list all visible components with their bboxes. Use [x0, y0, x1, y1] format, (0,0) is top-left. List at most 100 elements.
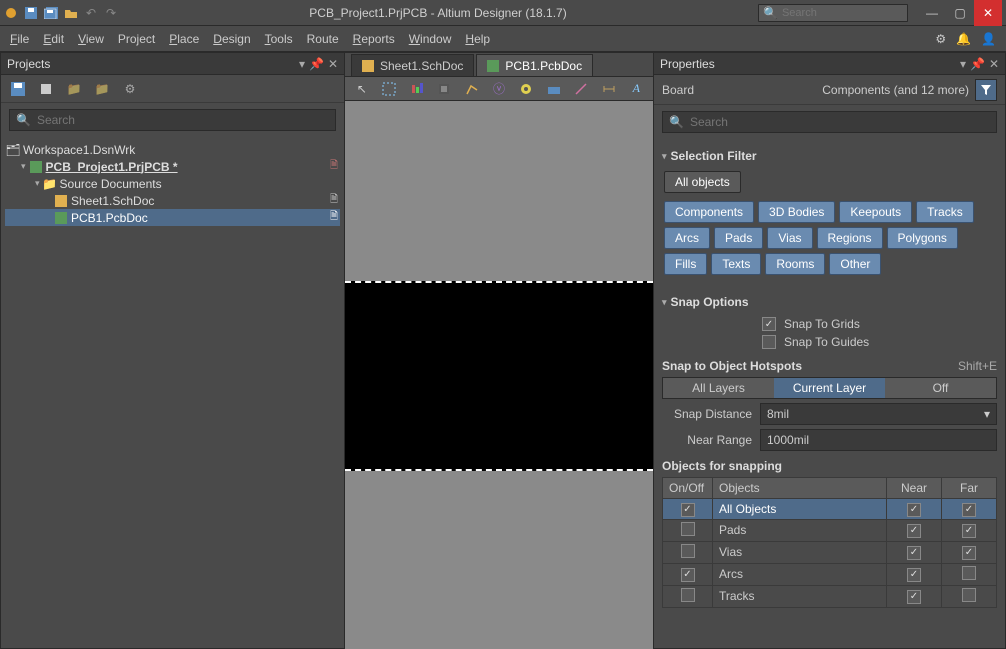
col-header[interactable]: Objects	[713, 478, 887, 499]
context-scope[interactable]: Components (and 12 more)	[822, 83, 969, 97]
menu-place[interactable]: Place	[169, 32, 199, 46]
checkbox[interactable]	[907, 568, 921, 582]
dropdown-icon[interactable]: ▾	[299, 57, 305, 71]
chip-keepouts[interactable]: Keepouts	[839, 201, 912, 223]
properties-search-input[interactable]	[690, 115, 990, 129]
component-icon[interactable]	[435, 80, 452, 98]
menu-tools[interactable]: Tools	[265, 32, 293, 46]
global-search[interactable]: 🔍	[758, 4, 908, 22]
chip-all-objects[interactable]: All objects	[664, 171, 741, 193]
undo-icon[interactable]: ↶	[84, 6, 98, 20]
fill-icon[interactable]	[545, 80, 562, 98]
compile-icon[interactable]	[37, 80, 55, 98]
line-icon[interactable]	[573, 80, 590, 98]
checkbox[interactable]	[907, 546, 921, 560]
checkbox[interactable]	[962, 524, 976, 538]
text-icon[interactable]: A	[628, 80, 645, 98]
table-row[interactable]: Vias	[663, 541, 997, 563]
tree-doc-pcb[interactable]: PCB1.PcbDoc 🗎	[5, 209, 340, 226]
gear-icon[interactable]: ⚙	[935, 32, 946, 46]
maximize-button[interactable]: ▢	[946, 0, 974, 26]
properties-search[interactable]: 🔍	[662, 111, 997, 133]
minimize-button[interactable]: —	[918, 0, 946, 26]
col-header[interactable]: On/Off	[663, 478, 713, 499]
snap-distance-select[interactable]: 8mil ▾	[760, 403, 997, 425]
pin-icon[interactable]: 📌	[970, 57, 985, 71]
checkbox[interactable]	[681, 503, 695, 517]
collapse-icon[interactable]: ▾	[35, 178, 40, 189]
section-header[interactable]: Selection Filter	[662, 149, 997, 163]
checkbox[interactable]	[962, 566, 976, 580]
redo-icon[interactable]: ↷	[104, 6, 118, 20]
table-row[interactable]: All Objects	[663, 499, 997, 520]
chip-other[interactable]: Other	[829, 253, 881, 275]
chip-pads[interactable]: Pads	[714, 227, 763, 249]
snap-to-guides-row[interactable]: Snap To Guides	[662, 333, 997, 351]
chip-polygons[interactable]: Polygons	[887, 227, 958, 249]
close-panel-icon[interactable]: ✕	[989, 57, 999, 71]
open-icon[interactable]	[64, 6, 78, 20]
folder-add-icon[interactable]: 📁	[93, 80, 111, 98]
close-button[interactable]: ✕	[974, 0, 1002, 26]
chip-vias[interactable]: Vias	[767, 227, 812, 249]
col-header[interactable]: Far	[942, 478, 997, 499]
checkbox[interactable]	[681, 522, 695, 536]
tree-project[interactable]: ▾ PCB_Project1.PrjPCB * 🗎	[5, 158, 340, 175]
save-icon[interactable]	[24, 6, 38, 20]
checkbox[interactable]	[762, 317, 776, 331]
menu-route[interactable]: Route	[307, 32, 339, 46]
via-icon[interactable]: ⓥ	[490, 80, 507, 98]
table-row[interactable]: Tracks	[663, 585, 997, 607]
menu-design[interactable]: Design	[213, 32, 250, 46]
section-header[interactable]: Snap Options	[662, 295, 997, 309]
seg-current-layer[interactable]: Current Layer	[774, 378, 885, 398]
tree-doc-sch[interactable]: Sheet1.SchDoc 🗎	[5, 192, 340, 209]
checkbox[interactable]	[962, 546, 976, 560]
chip-regions[interactable]: Regions	[817, 227, 883, 249]
dimension-icon[interactable]	[600, 80, 617, 98]
checkbox[interactable]	[762, 335, 776, 349]
projects-search-input[interactable]	[37, 113, 329, 127]
checkbox[interactable]	[907, 503, 921, 517]
checkbox[interactable]	[962, 503, 976, 517]
table-row[interactable]: Pads	[663, 519, 997, 541]
checkbox[interactable]	[962, 588, 976, 602]
settings-icon[interactable]: ⚙	[121, 80, 139, 98]
checkbox[interactable]	[681, 544, 695, 558]
seg-off[interactable]: Off	[885, 378, 996, 398]
filter-button[interactable]	[975, 79, 997, 101]
dropdown-icon[interactable]: ▾	[960, 57, 966, 71]
checkbox[interactable]	[907, 524, 921, 538]
seg-all-layers[interactable]: All Layers	[663, 378, 774, 398]
tab-sheet1[interactable]: Sheet1.SchDoc	[351, 54, 474, 76]
close-panel-icon[interactable]: ✕	[328, 57, 338, 71]
collapse-icon[interactable]: ▾	[21, 161, 26, 172]
pad-icon[interactable]	[518, 80, 535, 98]
menu-file[interactable]: File	[10, 32, 29, 46]
table-row[interactable]: Arcs	[663, 563, 997, 585]
chip-fills[interactable]: Fills	[664, 253, 707, 275]
save-all-icon[interactable]	[44, 6, 58, 20]
checkbox[interactable]	[681, 568, 695, 582]
tree-workspace[interactable]: 🗂 Workspace1.DsnWrk	[5, 141, 340, 158]
menu-help[interactable]: Help	[465, 32, 490, 46]
menu-edit[interactable]: Edit	[43, 32, 64, 46]
menu-project[interactable]: Project	[118, 32, 155, 46]
near-range-input[interactable]	[760, 429, 997, 451]
user-icon[interactable]: 👤	[981, 32, 996, 46]
global-search-input[interactable]	[782, 7, 903, 19]
pin-icon[interactable]: 📌	[309, 57, 324, 71]
menu-view[interactable]: View	[78, 32, 104, 46]
col-header[interactable]: Near	[887, 478, 942, 499]
chip-components[interactable]: Components	[664, 201, 754, 223]
save-project-icon[interactable]	[9, 80, 27, 98]
chip-3d-bodies[interactable]: 3D Bodies	[758, 201, 835, 223]
chip-rooms[interactable]: Rooms	[765, 253, 825, 275]
pcb-canvas[interactable]	[345, 101, 653, 649]
chip-arcs[interactable]: Arcs	[664, 227, 710, 249]
folder-icon[interactable]: 📁	[65, 80, 83, 98]
bell-icon[interactable]: 🔔	[956, 32, 971, 46]
checkbox[interactable]	[907, 590, 921, 604]
projects-search[interactable]: 🔍	[9, 109, 336, 131]
snap-to-grids-row[interactable]: Snap To Grids	[662, 315, 997, 333]
